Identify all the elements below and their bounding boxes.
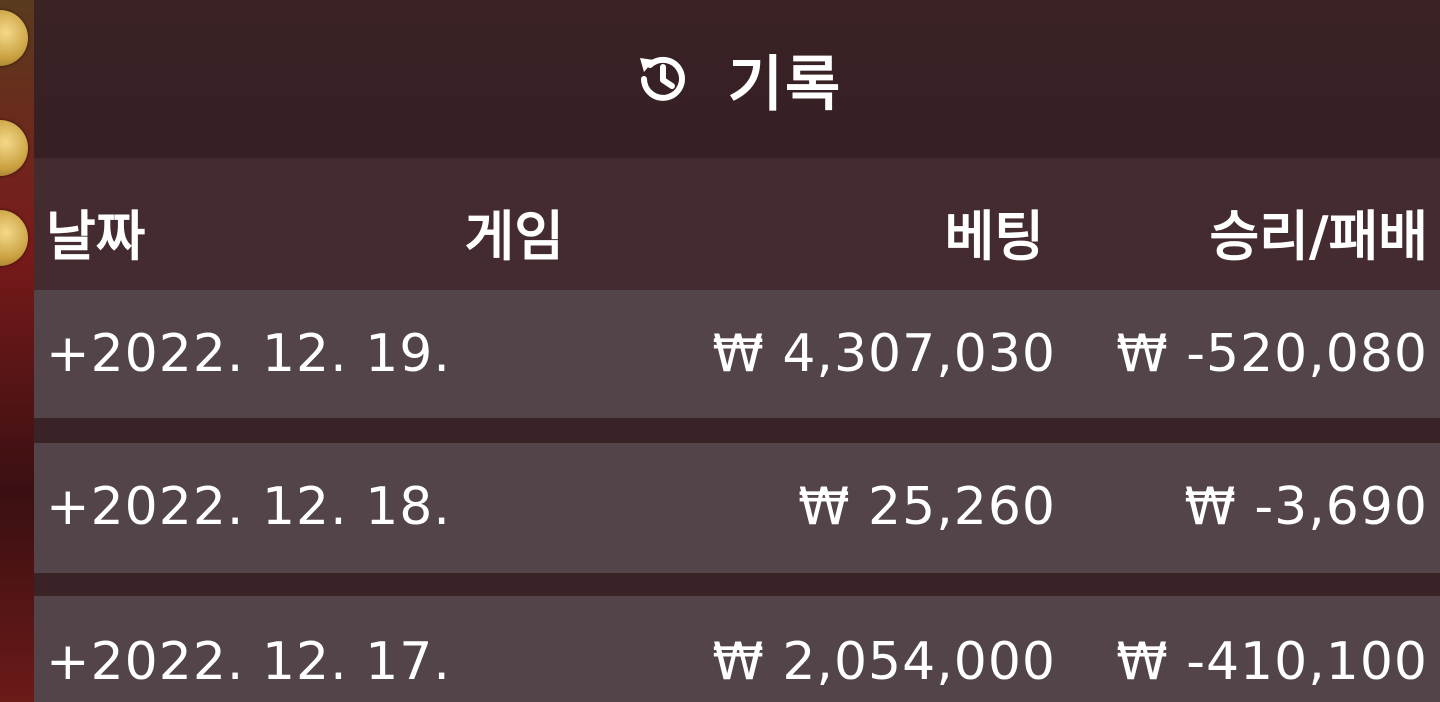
row-date: +2022. 12. 17. xyxy=(46,632,451,692)
column-header-game: 게임 xyxy=(464,205,564,268)
coin-graphic xyxy=(0,120,28,176)
panel-title: 기록 xyxy=(727,49,843,120)
row-win-loss: ₩ -3,690 xyxy=(1184,477,1428,537)
row-date: +2022. 12. 18. xyxy=(46,477,451,537)
history-panel: 기록 날짜 게임 베팅 승리/패배 +2022. 12. 19. ₩ 4,307… xyxy=(34,0,1440,702)
column-header-result: 승리/패배 xyxy=(1209,205,1428,268)
column-header-bet: 베팅 xyxy=(944,205,1044,268)
table-row[interactable]: +2022. 12. 17. ₩ 2,054,000 ₩ -410,100 xyxy=(34,596,1440,702)
row-date: +2022. 12. 19. xyxy=(46,324,451,384)
panel-header: 기록 xyxy=(34,0,1440,158)
table-row[interactable]: +2022. 12. 19. ₩ 4,307,030 ₩ -520,080 xyxy=(34,290,1440,418)
row-bet-amount: ₩ 2,054,000 xyxy=(712,632,1056,692)
history-icon xyxy=(632,48,694,110)
row-win-loss: ₩ -520,080 xyxy=(1116,324,1428,384)
coin-graphic xyxy=(0,10,28,66)
table-header: 날짜 게임 베팅 승리/패배 xyxy=(34,158,1440,290)
row-win-loss: ₩ -410,100 xyxy=(1116,632,1428,692)
row-bet-amount: ₩ 4,307,030 xyxy=(712,324,1056,384)
background-decoration xyxy=(0,0,34,702)
table-row[interactable]: +2022. 12. 18. ₩ 25,260 ₩ -3,690 xyxy=(34,443,1440,573)
coin-graphic xyxy=(0,210,28,266)
row-bet-amount: ₩ 25,260 xyxy=(798,477,1056,537)
column-header-date: 날짜 xyxy=(46,205,146,268)
